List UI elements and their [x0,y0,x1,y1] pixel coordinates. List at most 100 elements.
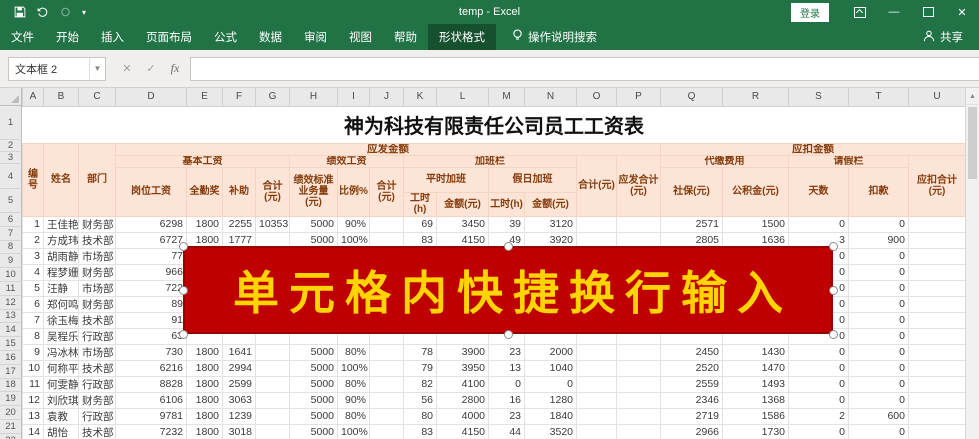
cell[interactable]: 1 [22,215,44,233]
row-header-19[interactable]: 19 [0,392,22,407]
cell[interactable]: 行政部 [78,375,116,393]
cell[interactable]: 技术部 [78,359,116,377]
cell[interactable]: 1040 [524,359,577,377]
cell[interactable]: 2450 [660,343,723,361]
cell[interactable]: 0 [788,375,849,393]
column-header-P[interactable]: P [616,88,661,107]
cell[interactable]: 1641 [222,343,256,361]
cell[interactable] [576,407,617,425]
cell[interactable]: 0 [488,375,525,393]
cell[interactable]: 6 [22,295,44,313]
row-header-12[interactable]: 12 [0,295,22,310]
cell[interactable]: 0 [848,343,909,361]
cell[interactable]: 78 [403,343,437,361]
cell[interactable]: 2559 [660,375,723,393]
cell[interactable]: 80% [337,343,370,361]
row-header-14[interactable]: 14 [0,323,22,338]
cell[interactable] [255,407,290,425]
header-bumen[interactable]: 部门 [78,142,116,217]
column-header-U[interactable]: U [908,88,965,107]
sheet-title-cell[interactable]: 神为科技有限责任公司员工工资表 [23,106,966,143]
cell[interactable]: 13 [22,407,44,425]
cell[interactable]: 5000 [289,359,338,377]
cell[interactable]: 2 [788,407,849,425]
enter-icon[interactable]: ✓ [140,58,162,80]
cell[interactable] [616,423,661,439]
cell[interactable]: 89 [115,295,187,313]
cell[interactable]: 2255 [222,215,256,233]
header-yingfa-jine[interactable]: 应发金额 [115,142,661,156]
row-header-3[interactable]: 3 [0,152,22,164]
cell[interactable]: 市场部 [78,279,116,297]
cell[interactable]: 90% [337,391,370,409]
header-heji-jixiao[interactable]: 合计(元) [369,166,404,217]
undo-icon[interactable] [36,6,49,18]
column-header-N[interactable]: N [524,88,577,107]
header-gongjijin[interactable]: 公积金(元) [722,166,789,217]
cell[interactable]: 1800 [186,375,223,393]
cell[interactable]: 2994 [222,359,256,377]
save-icon[interactable] [14,6,26,18]
cell[interactable]: 0 [848,375,909,393]
cell[interactable] [616,343,661,361]
cell[interactable] [908,247,965,265]
file-tab[interactable]: 文件 [0,24,45,50]
cell[interactable]: 郑何鸣 [43,295,79,313]
column-header-B[interactable]: B [43,88,79,107]
header-qingjia-lan[interactable]: 请假栏 [788,154,909,168]
cell[interactable]: 行政部 [78,327,116,345]
row-header-4[interactable]: 4 [0,164,22,189]
selection-handle[interactable] [829,286,838,295]
cell[interactable]: 1800 [186,343,223,361]
cell[interactable]: 14 [22,423,44,439]
cell[interactable] [255,375,290,393]
cell[interactable]: 23 [488,407,525,425]
cell[interactable]: 9 [22,343,44,361]
cell[interactable] [576,375,617,393]
cell[interactable]: 3018 [222,423,256,439]
vertical-scrollbar[interactable]: ▲ [965,88,979,439]
cell[interactable]: 966 [115,263,187,281]
cell[interactable] [616,375,661,393]
cell[interactable]: 82 [403,375,437,393]
cell[interactable]: 2520 [660,359,723,377]
column-header-F[interactable]: F [222,88,256,107]
row-header-16[interactable]: 16 [0,350,22,365]
cell[interactable] [369,423,404,439]
row-header-6[interactable]: 6 [0,213,22,227]
cell[interactable] [908,343,965,361]
header-jixiao-gongzi[interactable]: 绩效工资 [289,154,404,168]
cell[interactable]: 0 [848,391,909,409]
column-header-M[interactable]: M [488,88,525,107]
header-pingshi-jiaban[interactable]: 平时加班 [403,166,489,193]
row-header-7[interactable]: 7 [0,226,22,241]
cell[interactable]: 技术部 [78,311,116,329]
cell[interactable] [369,343,404,361]
cell[interactable]: 1280 [524,391,577,409]
ribbon-tab-4[interactable]: 数据 [248,24,293,50]
cell[interactable]: 0 [848,295,909,313]
cell[interactable]: 1368 [722,391,789,409]
cell[interactable]: 市场部 [78,343,116,361]
row-header-9[interactable]: 9 [0,254,22,269]
maximize-button[interactable] [911,0,945,24]
column-header-D[interactable]: D [115,88,187,107]
cell[interactable]: 80% [337,375,370,393]
cell[interactable]: 5000 [289,407,338,425]
cell[interactable] [908,359,965,377]
row-header-13[interactable]: 13 [0,309,22,324]
cell[interactable]: 0 [848,263,909,281]
cell[interactable]: 0 [848,247,909,265]
column-header-E[interactable]: E [186,88,223,107]
cell[interactable]: 83 [403,423,437,439]
header-quanqin-jiang[interactable]: 全勤奖 [186,166,223,217]
cell[interactable] [908,407,965,425]
cell[interactable]: 0 [848,215,909,233]
ribbon-tab-6[interactable]: 视图 [338,24,383,50]
cell[interactable]: 1800 [186,359,223,377]
cell[interactable]: 722 [115,279,187,297]
cell[interactable]: 1800 [186,391,223,409]
cell[interactable]: 徐玉梅 [43,311,79,329]
row-header-18[interactable]: 18 [0,378,22,393]
column-header-H[interactable]: H [289,88,338,107]
